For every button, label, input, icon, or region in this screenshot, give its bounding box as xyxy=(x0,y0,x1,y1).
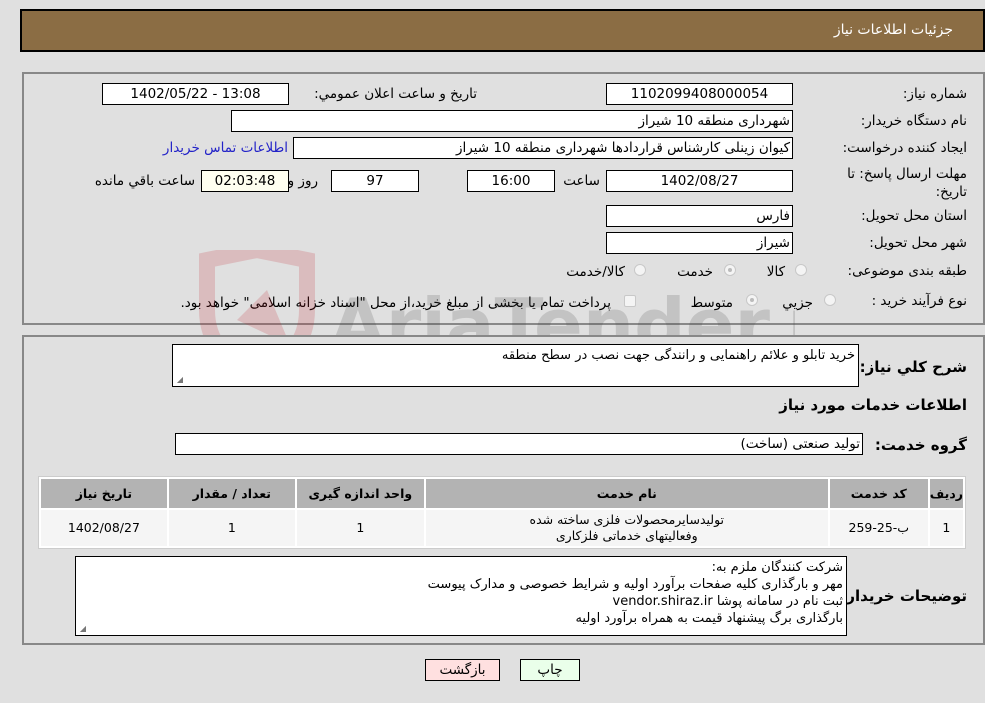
back-button[interactable]: بازگشت xyxy=(425,659,500,681)
category-option-goods: کالا xyxy=(766,264,785,280)
treasury-checkbox[interactable] xyxy=(624,295,636,307)
category-radio-service[interactable] xyxy=(724,264,736,276)
process-radio-medium[interactable] xyxy=(746,294,758,306)
page-header: جزئیات اطلاعات نیاز xyxy=(20,9,985,52)
buyer-notes-line: مهر و بارگذاری کلیه صفحات برآورد اولیه و… xyxy=(427,577,843,592)
need-summary-text: خرید تابلو و علائم راهنمایی و رانندگی جه… xyxy=(501,348,855,363)
cell-need-date: 1402/08/27 xyxy=(41,510,167,546)
treasury-checkbox-label: پرداخت تمام یا بخشی از مبلغ خرید،از محل … xyxy=(180,295,611,311)
cell-quantity: 1 xyxy=(168,510,295,546)
col-header-need-date: تاریخ نیاز xyxy=(41,479,167,508)
col-header-service-code: کد خدمت xyxy=(829,479,928,508)
buyer-notes-line: ثبت نام در سامانه پوشا vendor.shiraz.ir xyxy=(612,594,844,609)
days-remaining-field[interactable]: 97 xyxy=(331,170,419,192)
page-title: جزئیات اطلاعات نیاز xyxy=(833,22,953,38)
services-table-wrapper: ردیف کد خدمت نام خدمت واحد اندازه گیری ت… xyxy=(38,476,966,549)
category-label: طبقه بندی موضوعی: xyxy=(847,263,967,279)
city-label: شهر محل تحویل: xyxy=(869,235,967,251)
category-radio-goods[interactable] xyxy=(795,264,807,276)
col-header-unit: واحد اندازه گیری xyxy=(296,479,424,508)
need-summary-textarea[interactable]: خرید تابلو و علائم راهنمایی و رانندگی جه… xyxy=(172,344,859,387)
cell-unit: 1 xyxy=(296,510,424,546)
table-header-row: ردیف کد خدمت نام خدمت واحد اندازه گیری ت… xyxy=(41,479,963,508)
need-summary-label: شرح کلي نیاز: xyxy=(859,358,967,376)
need-number-field[interactable]: 1102099408000054 xyxy=(606,83,793,105)
buyer-notes-line: شرکت کنندگان ملزم به: xyxy=(711,560,843,575)
remaining-time-label: ساعت باقي مانده xyxy=(94,173,195,189)
announce-date-label: تاریخ و ساعت اعلان عمومي: xyxy=(314,86,477,102)
table-row: 1 ب-25-259 تولیدسایرمحصولات فلزی ساخته ش… xyxy=(41,510,963,546)
buyer-org-field[interactable]: شهرداری منطقه 10 شیراز xyxy=(231,110,793,132)
service-group-label: گروه خدمت: xyxy=(874,436,967,454)
process-label: نوع فرآیند خرید : xyxy=(871,293,967,309)
city-field[interactable]: شیراز xyxy=(606,232,793,254)
creator-field[interactable]: کیوان زینلی کارشناس قراردادها شهرداری من… xyxy=(293,137,793,159)
announce-date-field[interactable]: 1402/05/22 - 13:08 xyxy=(102,83,289,105)
service-group-field[interactable]: تولید صنعتی (ساخت) xyxy=(175,433,863,455)
deadline-time-label: ساعت xyxy=(563,173,600,189)
buyer-contact-link[interactable]: اطلاعات تماس خریدار xyxy=(163,140,288,156)
print-button[interactable]: چاپ xyxy=(520,659,580,681)
buyer-notes-textarea[interactable]: شرکت کنندگان ملزم به: مهر و بارگذاری کلی… xyxy=(75,556,847,636)
buyer-notes-label: توضیحات خریدار: xyxy=(840,587,967,605)
deadline-label: مهلت ارسال پاسخ: تا تاریخ: xyxy=(847,165,967,201)
col-header-row-number: ردیف xyxy=(929,479,963,508)
days-label: روز و xyxy=(287,173,318,189)
deadline-label-line1: مهلت ارسال پاسخ: تا xyxy=(847,166,967,182)
deadline-label-line2: تاریخ: xyxy=(935,184,967,200)
cell-service-name: تولیدسایرمحصولات فلزی ساخته شده وفعالیته… xyxy=(425,510,828,546)
category-option-goods-service: کالا/خدمت xyxy=(566,264,625,280)
process-radio-minor[interactable] xyxy=(824,294,836,306)
col-header-service-name: نام خدمت xyxy=(425,479,828,508)
buyer-notes-line: بارگذاری برگ پیشنهاد قیمت به همراه برآور… xyxy=(575,611,843,626)
deadline-date-field[interactable]: 1402/08/27 xyxy=(606,170,793,192)
buyer-org-label: نام دستگاه خریدار: xyxy=(860,113,967,129)
category-option-service: خدمت xyxy=(677,264,713,280)
services-section-title: اطلاعات خدمات مورد نیاز xyxy=(779,396,967,414)
cell-service-code: ب-25-259 xyxy=(829,510,928,546)
resize-grip-icon[interactable]: ◢ xyxy=(175,376,183,384)
category-radio-goods-service[interactable] xyxy=(634,264,646,276)
process-option-minor: جزيي xyxy=(782,295,813,311)
remaining-time-field: 02:03:48 xyxy=(201,170,289,192)
cell-row-number: 1 xyxy=(929,510,963,546)
services-table: ردیف کد خدمت نام خدمت واحد اندازه گیری ت… xyxy=(38,476,966,549)
process-option-medium: متوسط xyxy=(690,295,733,311)
deadline-time-field[interactable]: 16:00 xyxy=(467,170,555,192)
creator-label: ایجاد کننده درخواست: xyxy=(842,140,967,156)
province-label: استان محل تحویل: xyxy=(861,208,967,224)
resize-grip-icon[interactable]: ◢ xyxy=(78,625,86,633)
need-number-label: شماره نیاز: xyxy=(902,86,967,102)
province-field[interactable]: فارس xyxy=(606,205,793,227)
col-header-quantity: تعداد / مقدار xyxy=(168,479,295,508)
